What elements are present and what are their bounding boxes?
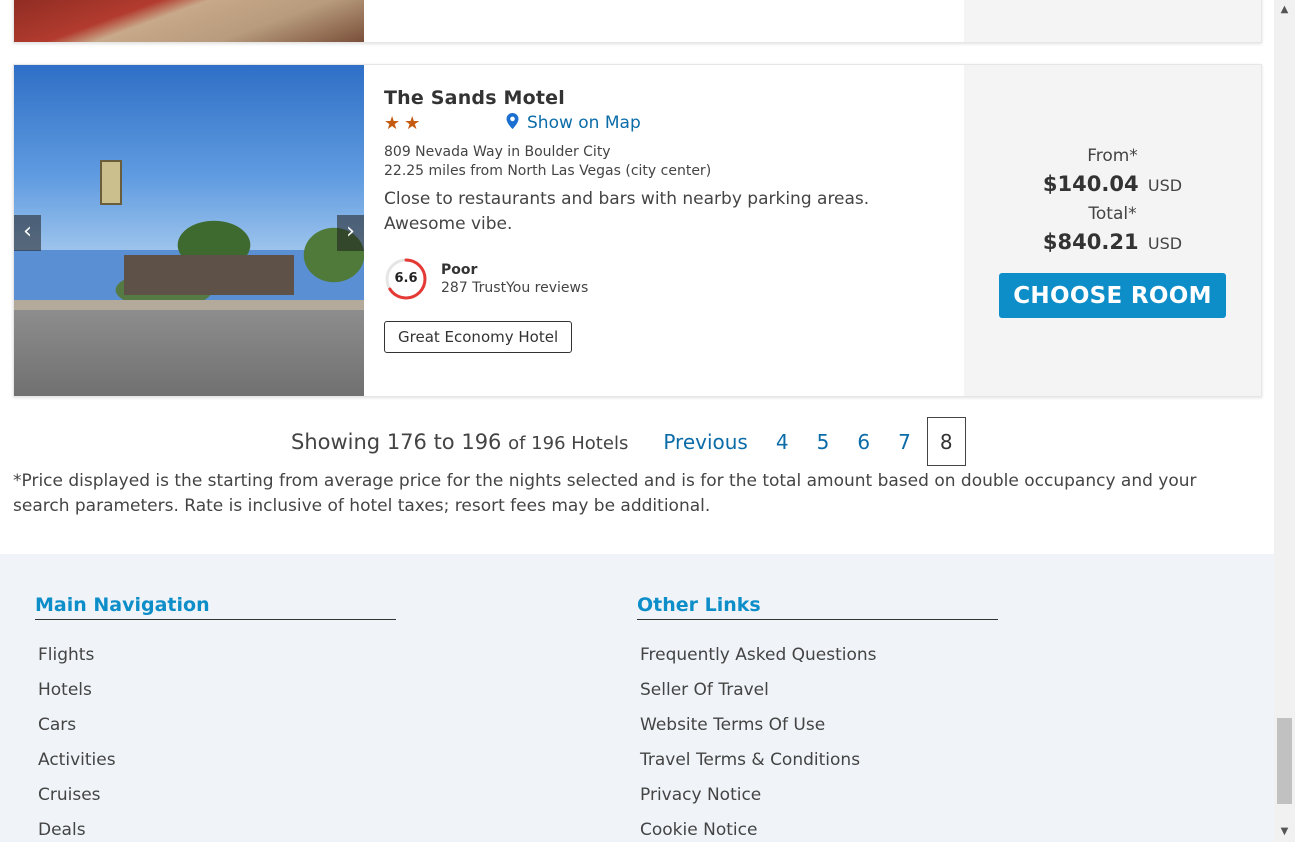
map-pin-icon [506, 113, 519, 129]
footer-other-links-list: Frequently Asked Questions Seller Of Tra… [637, 645, 998, 842]
total-price-value: $840.21 [1042, 230, 1139, 254]
footer-main-navigation: Main Navigation Flights Hotels Cars Acti… [35, 594, 396, 842]
hotel-description: Close to restaurants and bars with nearb… [384, 189, 870, 234]
total-price-currency: USD [1147, 234, 1183, 253]
page-link-6[interactable]: 6 [857, 430, 870, 454]
rating-score: 6.6 [394, 271, 418, 286]
footer-link-website-terms[interactable]: Website Terms Of Use [640, 715, 998, 750]
footer-link-activities[interactable]: Activities [38, 750, 396, 785]
footer-link-seller-of-travel[interactable]: Seller Of Travel [640, 680, 998, 715]
rating-text: Poor 287 TrustYou reviews [441, 262, 588, 296]
vertical-scrollbar[interactable]: ▲ ▼ [1274, 0, 1295, 842]
photo-motel-sign [100, 160, 122, 205]
hotel-badge: Great Economy Hotel [384, 321, 573, 353]
page-link-7[interactable]: 7 [898, 430, 911, 454]
pagination: Showing 176 to 196 of 196 Hotels Previou… [291, 417, 966, 466]
footer-link-travel-terms[interactable]: Travel Terms & Conditions [640, 750, 998, 785]
rating-label: Poor [441, 262, 478, 278]
current-page[interactable]: 8 [926, 417, 966, 466]
page-link-4[interactable]: 4 [776, 430, 789, 454]
from-price-currency: USD [1147, 176, 1183, 195]
carousel-next-button[interactable]: › [337, 215, 364, 251]
page-link-5[interactable]: 5 [817, 430, 830, 454]
results-range: Showing 176 to 196 [291, 429, 502, 454]
footer-main-navigation-list: Flights Hotels Cars Activities Cruises D… [35, 645, 396, 842]
choose-room-button[interactable]: CHOOSE ROOM [999, 273, 1226, 318]
footer-link-hotels[interactable]: Hotels [38, 680, 396, 715]
hotel-name[interactable]: The Sands Motel [384, 87, 944, 109]
hotel-address: 809 Nevada Way in Boulder City [384, 144, 611, 160]
carousel-prev-button[interactable]: ‹ [14, 215, 41, 251]
results-count: Showing 176 to 196 of 196 Hotels [291, 430, 628, 454]
footer-link-cookie-notice[interactable]: Cookie Notice [640, 820, 998, 842]
previous-hotel-price-panel [964, 0, 1261, 42]
chevron-right-icon: › [346, 219, 355, 244]
hotel-distance: 22.25 miles from North Las Vegas (city c… [384, 163, 712, 179]
footer-link-privacy-notice[interactable]: Privacy Notice [640, 785, 998, 820]
footer-other-links-heading: Other Links [637, 594, 998, 620]
footer-main-navigation-heading: Main Navigation [35, 594, 396, 620]
star-rating-icon: ★★ [384, 112, 425, 134]
show-on-map-label: Show on Map [527, 113, 641, 133]
from-price: $140.04 USD [1043, 167, 1182, 203]
footer-link-faq[interactable]: Frequently Asked Questions [640, 645, 998, 680]
scroll-up-arrow-icon[interactable]: ▲ [1274, 0, 1295, 20]
scroll-down-arrow-icon[interactable]: ▼ [1274, 822, 1295, 842]
hotel-card: ‹ › The Sands Motel ★★ Show on Map 809 N… [13, 64, 1262, 397]
footer-link-deals[interactable]: Deals [38, 820, 396, 842]
total-price: $840.21 USD [1043, 225, 1182, 261]
price-panel: From* $140.04 USD Total* $840.21 USD CHO… [964, 65, 1261, 396]
price-disclaimer: *Price displayed is the starting from av… [13, 471, 1197, 516]
chevron-left-icon: ‹ [23, 219, 32, 244]
review-rating: 6.6 Poor 287 TrustYou reviews [384, 257, 944, 301]
rating-ring: 6.6 [384, 257, 428, 301]
from-price-label: From* [1087, 146, 1138, 166]
scrollbar-thumb[interactable] [1277, 718, 1292, 804]
stars-row: ★★ Show on Map [384, 111, 944, 135]
photo-building [124, 255, 294, 295]
footer-other-links: Other Links Frequently Asked Questions S… [637, 594, 998, 842]
footer: Main Navigation Flights Hotels Cars Acti… [0, 554, 1274, 842]
review-count[interactable]: 287 TrustYou reviews [441, 280, 588, 296]
previous-hotel-photo[interactable] [14, 0, 364, 42]
footer-link-cars[interactable]: Cars [38, 715, 396, 750]
results-total: of 196 Hotels [508, 432, 629, 454]
footer-link-cruises[interactable]: Cruises [38, 785, 396, 820]
hotel-photo-carousel[interactable]: ‹ › [14, 65, 364, 396]
previous-hotel-card [13, 0, 1262, 43]
hotel-info: The Sands Motel ★★ Show on Map 809 Nevad… [364, 65, 964, 396]
footer-link-flights[interactable]: Flights [38, 645, 396, 680]
from-price-value: $140.04 [1042, 172, 1139, 196]
photo-road [14, 310, 364, 396]
previous-page-link[interactable]: Previous [663, 430, 748, 454]
hotel-address-block: 809 Nevada Way in Boulder City 22.25 mil… [384, 143, 944, 181]
total-price-label: Total* [1088, 204, 1137, 224]
show-on-map-link[interactable]: Show on Map [506, 113, 641, 133]
previous-hotel-info [364, 0, 964, 42]
